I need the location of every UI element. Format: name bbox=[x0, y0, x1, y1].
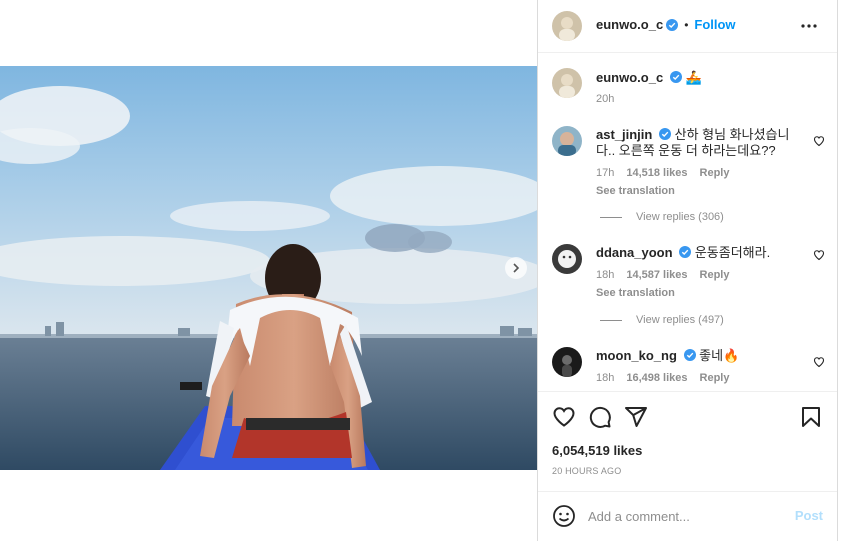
verified-icon bbox=[669, 71, 682, 83]
follow-button[interactable]: Follow bbox=[694, 17, 735, 32]
comment-username[interactable]: ddana_yoon bbox=[596, 245, 673, 260]
comment-text: 좋네🔥 bbox=[699, 348, 740, 363]
more-options-button[interactable] bbox=[797, 14, 821, 38]
heart-icon[interactable] bbox=[552, 405, 576, 429]
share-icon[interactable] bbox=[624, 405, 648, 429]
avatar[interactable] bbox=[552, 68, 582, 98]
header-user-row: eunwo.o_c • Follow bbox=[596, 17, 736, 32]
comment-meta: 18h 14,587 likes Reply bbox=[596, 267, 808, 283]
reply-button[interactable]: Reply bbox=[700, 370, 730, 386]
avatar[interactable] bbox=[552, 126, 582, 156]
likes-count[interactable]: 6,054,519 likes bbox=[552, 443, 642, 458]
comment-time: 18h bbox=[596, 269, 615, 281]
comment-time: 17h bbox=[596, 167, 615, 179]
verified-icon bbox=[679, 246, 692, 258]
verified-icon bbox=[683, 349, 696, 361]
post-actions: 6,054,519 likes 20 HOURS AGO bbox=[538, 391, 837, 491]
comments-list[interactable]: eunwo.o_c 🚣 20h ast_jinjin 산하 형님 화나셨습니다.… bbox=[538, 53, 837, 391]
comment-body: ddana_yoon 운동좀더해라. 18h 14,587 likes Repl… bbox=[596, 245, 808, 301]
chevron-right-icon bbox=[513, 263, 520, 273]
bookmark-icon[interactable] bbox=[799, 405, 823, 429]
comment-likes[interactable]: 14,518 likes bbox=[626, 165, 687, 181]
comment-like-icon[interactable] bbox=[813, 249, 825, 261]
comment-item: ddana_yoon 운동좀더해라. 18h 14,587 likes Repl… bbox=[538, 242, 837, 312]
view-replies-button[interactable]: View replies (497) bbox=[600, 314, 724, 326]
comment-username[interactable]: moon_ko_ng bbox=[596, 348, 677, 363]
caption: eunwo.o_c 🚣 20h bbox=[538, 67, 837, 117]
caption-time: 20h bbox=[596, 93, 615, 105]
comment-meta: 18h 16,498 likes Reply bbox=[596, 370, 808, 386]
comment-text: 운동좀더해라. bbox=[694, 245, 771, 260]
comment-input[interactable] bbox=[588, 505, 788, 527]
verified-icon bbox=[666, 18, 679, 31]
view-replies-label: View replies (497) bbox=[636, 314, 724, 326]
comment-username[interactable]: ast_jinjin bbox=[596, 127, 652, 142]
avatar[interactable] bbox=[552, 347, 582, 377]
more-icon bbox=[801, 24, 817, 28]
emoji-icon[interactable] bbox=[552, 504, 576, 528]
caption-meta: 20h bbox=[596, 91, 808, 107]
caption-text: 🚣 bbox=[685, 70, 702, 85]
view-replies-label: View replies (306) bbox=[636, 211, 724, 223]
comment-icon[interactable] bbox=[588, 405, 612, 429]
avatar[interactable] bbox=[552, 244, 582, 274]
comment-body: moon_ko_ng 좋네🔥 18h 16,498 likes Reply bbox=[596, 348, 808, 386]
post-photo[interactable] bbox=[0, 66, 537, 470]
replies-line bbox=[600, 216, 622, 218]
reply-button[interactable]: Reply bbox=[700, 165, 730, 181]
verified-icon bbox=[658, 128, 671, 140]
caption-body: eunwo.o_c 🚣 20h bbox=[596, 70, 808, 107]
comment-meta: 17h 14,518 likes Reply bbox=[596, 165, 808, 181]
author-username[interactable]: eunwo.o_c bbox=[596, 17, 663, 32]
avatar[interactable] bbox=[552, 11, 582, 41]
reply-button[interactable]: Reply bbox=[700, 267, 730, 283]
add-comment-bar: Post bbox=[538, 491, 837, 541]
comment-item: moon_ko_ng 좋네🔥 18h 16,498 likes Reply bbox=[538, 345, 837, 391]
comment-body: ast_jinjin 산하 형님 화나셨습니다.. 오른쪽 운동 더 하라는데요… bbox=[596, 127, 808, 199]
comment-time: 18h bbox=[596, 372, 615, 384]
post-button[interactable]: Post bbox=[795, 508, 823, 523]
caption-username[interactable]: eunwo.o_c bbox=[596, 70, 663, 85]
replies-line bbox=[600, 319, 622, 321]
media-area bbox=[0, 0, 537, 541]
view-replies-button[interactable]: View replies (306) bbox=[600, 211, 724, 223]
see-translation-link[interactable]: See translation bbox=[596, 183, 808, 199]
comment-likes[interactable]: 16,498 likes bbox=[626, 370, 687, 386]
comment-like-icon[interactable] bbox=[813, 356, 825, 368]
see-translation-link[interactable]: See translation bbox=[596, 285, 808, 301]
comment-like-icon[interactable] bbox=[813, 135, 825, 147]
separator-dot: • bbox=[684, 17, 689, 32]
comment-item: ast_jinjin 산하 형님 화나셨습니다.. 오른쪽 운동 더 하라는데요… bbox=[538, 124, 837, 204]
post-timestamp: 20 HOURS AGO bbox=[552, 466, 622, 476]
post-side-panel: eunwo.o_c • Follow eunwo.o_c 🚣 20h ast_j… bbox=[537, 0, 838, 541]
comment-likes[interactable]: 14,587 likes bbox=[626, 267, 687, 283]
next-image-button[interactable] bbox=[505, 257, 527, 279]
post-header: eunwo.o_c • Follow bbox=[538, 0, 837, 53]
